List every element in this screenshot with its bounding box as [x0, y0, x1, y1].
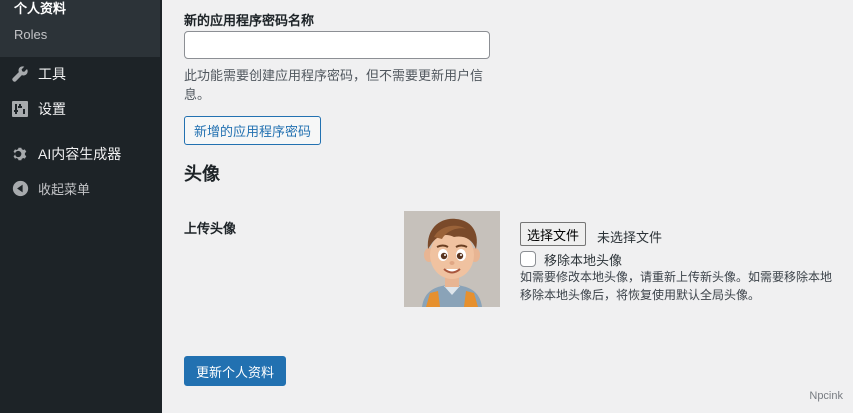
profile-main: 新的应用程序密码名称 此功能需要创建应用程序密码，但不需要更新用户信息。 新增的…	[162, 0, 853, 413]
avatar-description-line2: 移除本地头像后，将恢复使用默认全局头像。	[520, 288, 761, 302]
users-submenu: 个人资料 Roles	[0, 0, 160, 57]
sidebar-item-label: AI内容生成器	[38, 146, 122, 162]
sidebar-item-ai-generator[interactable]: AI内容生成器	[0, 140, 160, 168]
wrench-icon	[10, 64, 30, 84]
update-profile-button[interactable]: 更新个人资料	[184, 356, 287, 386]
new-app-password-name-label: 新的应用程序密码名称	[184, 13, 315, 28]
sidebar-item-label: 工具	[38, 66, 66, 82]
submenu-item-roles[interactable]: Roles	[14, 27, 47, 42]
add-app-password-button[interactable]: 新增的应用程序密码	[184, 116, 322, 145]
sidebar-item-label: 收起菜单	[38, 181, 91, 197]
remove-local-avatar-label[interactable]: 移除本地头像	[544, 250, 622, 269]
no-file-selected-text: 未选择文件	[597, 230, 663, 245]
submenu-item-profile[interactable]: 个人资料	[14, 0, 66, 17]
app-password-help-text: 此功能需要创建应用程序密码，但不需要更新用户信息。	[184, 68, 484, 102]
new-app-password-name-input[interactable]	[184, 31, 490, 59]
sidebar-item-settings[interactable]: 设置	[0, 95, 160, 123]
sidebar-item-label: 设置	[38, 101, 66, 117]
avatar-section-title: 头像	[184, 164, 220, 184]
remove-local-avatar-checkbox[interactable]	[520, 251, 536, 267]
gear-icon	[10, 144, 30, 164]
avatar-description-line1: 如需要修改本地头像，请重新上传新头像。如需要移除本地	[520, 270, 833, 284]
upload-avatar-label: 上传头像	[184, 221, 237, 236]
choose-file-button[interactable]: 选择文件	[520, 222, 587, 246]
sidebar-item-tools[interactable]: 工具	[0, 60, 160, 88]
sidebar-collapse-menu[interactable]: 收起菜单	[0, 174, 160, 202]
avatar-image	[404, 211, 500, 307]
collapse-arrow-icon	[10, 178, 30, 198]
admin-sidebar: 个人资料 Roles 工具 设置 AI内容生成器 收起菜单	[0, 0, 162, 413]
watermark-text: Npcink	[809, 390, 843, 402]
avatar-description: 如需要修改本地头像，请重新上传新头像。如需要移除本地 移除本地头像后，将恢复使用…	[520, 268, 853, 304]
settings-sliders-icon	[10, 99, 30, 119]
